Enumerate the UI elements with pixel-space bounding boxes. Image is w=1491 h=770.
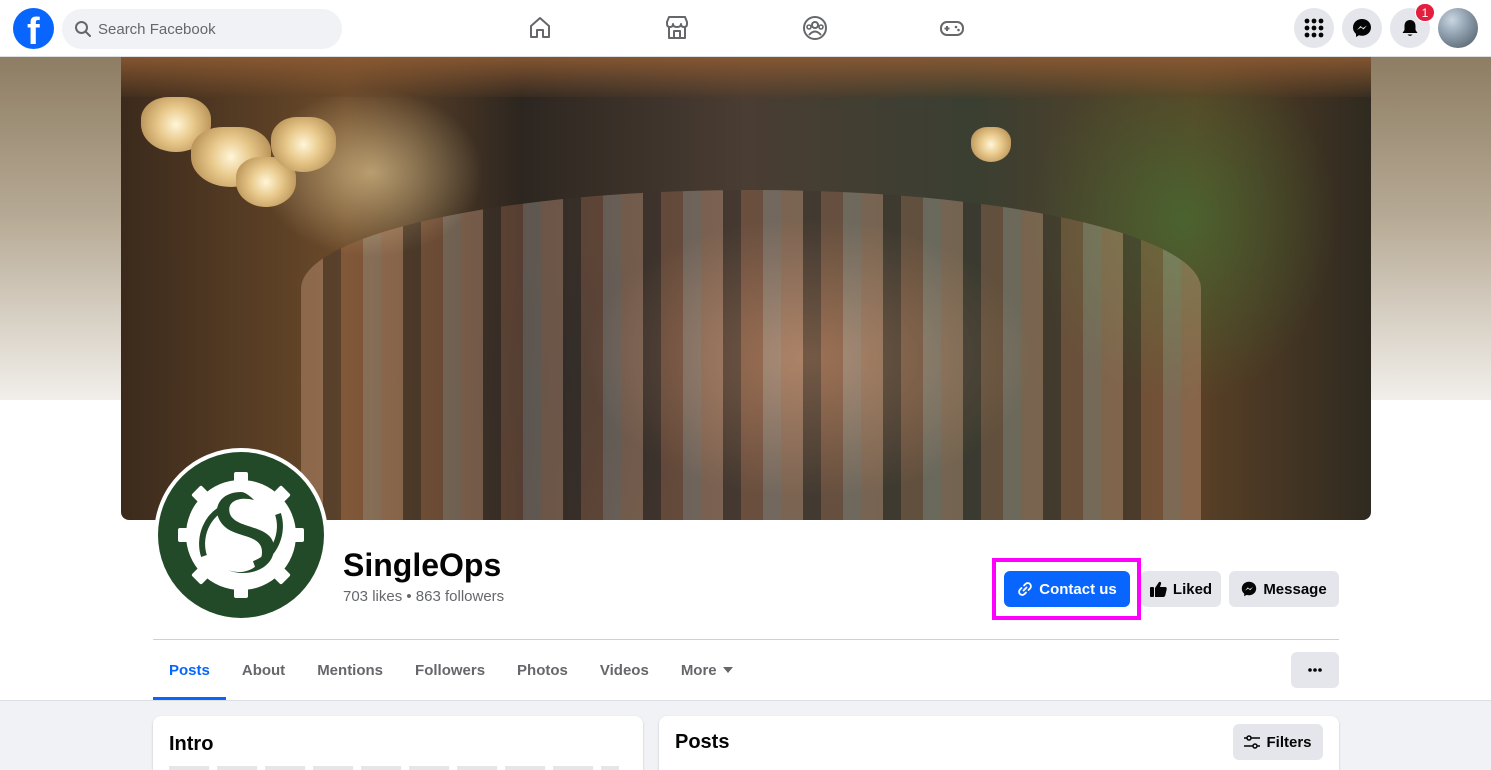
menu-button[interactable] — [1294, 8, 1334, 48]
tab-photos[interactable]: Photos — [501, 640, 584, 700]
notifications-icon — [1402, 20, 1418, 36]
top-navigation-bar: f 1 — [0, 0, 1491, 57]
tab-mentions[interactable]: Mentions — [301, 640, 399, 700]
ellipsis-icon — [1308, 668, 1322, 672]
facebook-logo-letter: f — [27, 11, 40, 53]
facebook-logo[interactable]: f — [13, 8, 54, 53]
page-stats: 703 likes • 863 followers — [343, 588, 505, 605]
tab-about[interactable]: About — [226, 640, 301, 700]
gaming-icon[interactable] — [938, 14, 966, 42]
cover-lamp — [271, 117, 336, 172]
groups-icon[interactable] — [801, 14, 829, 42]
contact-us-button[interactable]: Contact us — [1004, 571, 1130, 607]
intro-text-cutoff — [169, 766, 619, 770]
messenger-icon — [1353, 19, 1371, 37]
filters-icon — [1244, 735, 1261, 749]
cover-crowd — [301, 190, 1201, 520]
link-icon — [1018, 582, 1033, 596]
page-tabs: Posts About Mentions Followers Photos Vi… — [153, 640, 749, 700]
caret-down-icon — [722, 667, 733, 673]
search-bar[interactable] — [62, 9, 342, 49]
tab-label: About — [241, 661, 286, 679]
messenger-button[interactable] — [1342, 8, 1382, 48]
filters-button[interactable]: Filters — [1233, 724, 1323, 760]
intro-title: Intro — [169, 733, 214, 755]
tab-posts[interactable]: Posts — [153, 640, 226, 700]
tab-more[interactable]: More — [665, 640, 749, 700]
tab-label: Photos — [517, 661, 568, 679]
tab-label: Mentions — [317, 661, 384, 679]
thumbs-up-icon — [1149, 581, 1167, 597]
notification-badge: 1 — [1415, 3, 1435, 22]
header-bottom-border — [0, 700, 1491, 701]
search-icon — [75, 21, 91, 37]
intro-card: Intro — [153, 716, 643, 770]
page-title: SingleOps — [343, 547, 502, 583]
tab-label: Posts — [169, 661, 210, 679]
menu-grid-icon — [1304, 18, 1324, 38]
search-input[interactable] — [98, 9, 328, 49]
user-avatar[interactable] — [1438, 8, 1478, 48]
messenger-icon — [1242, 581, 1257, 597]
singleops-logo-icon — [178, 472, 304, 598]
profile-picture[interactable] — [154, 448, 328, 622]
tab-label: More — [680, 661, 717, 679]
cover-photo[interactable] — [121, 57, 1371, 520]
cover-ceiling-beam — [121, 57, 1371, 97]
message-button[interactable]: Message — [1229, 571, 1339, 607]
more-options-button[interactable] — [1291, 652, 1339, 688]
liked-label: Liked — [1172, 580, 1213, 598]
message-label: Message — [1263, 580, 1327, 598]
marketplace-icon[interactable] — [663, 14, 691, 42]
posts-title: Posts — [675, 731, 730, 753]
filters-label: Filters — [1266, 733, 1312, 751]
tab-videos[interactable]: Videos — [584, 640, 665, 700]
home-icon[interactable] — [526, 14, 554, 42]
tab-label: Followers — [415, 661, 486, 679]
liked-button[interactable]: Liked — [1141, 571, 1221, 607]
contact-us-label: Contact us — [1039, 580, 1117, 598]
tab-label: Videos — [599, 661, 649, 679]
tab-followers[interactable]: Followers — [399, 640, 501, 700]
cover-lamp — [971, 127, 1011, 162]
profile-picture-background — [158, 452, 324, 618]
